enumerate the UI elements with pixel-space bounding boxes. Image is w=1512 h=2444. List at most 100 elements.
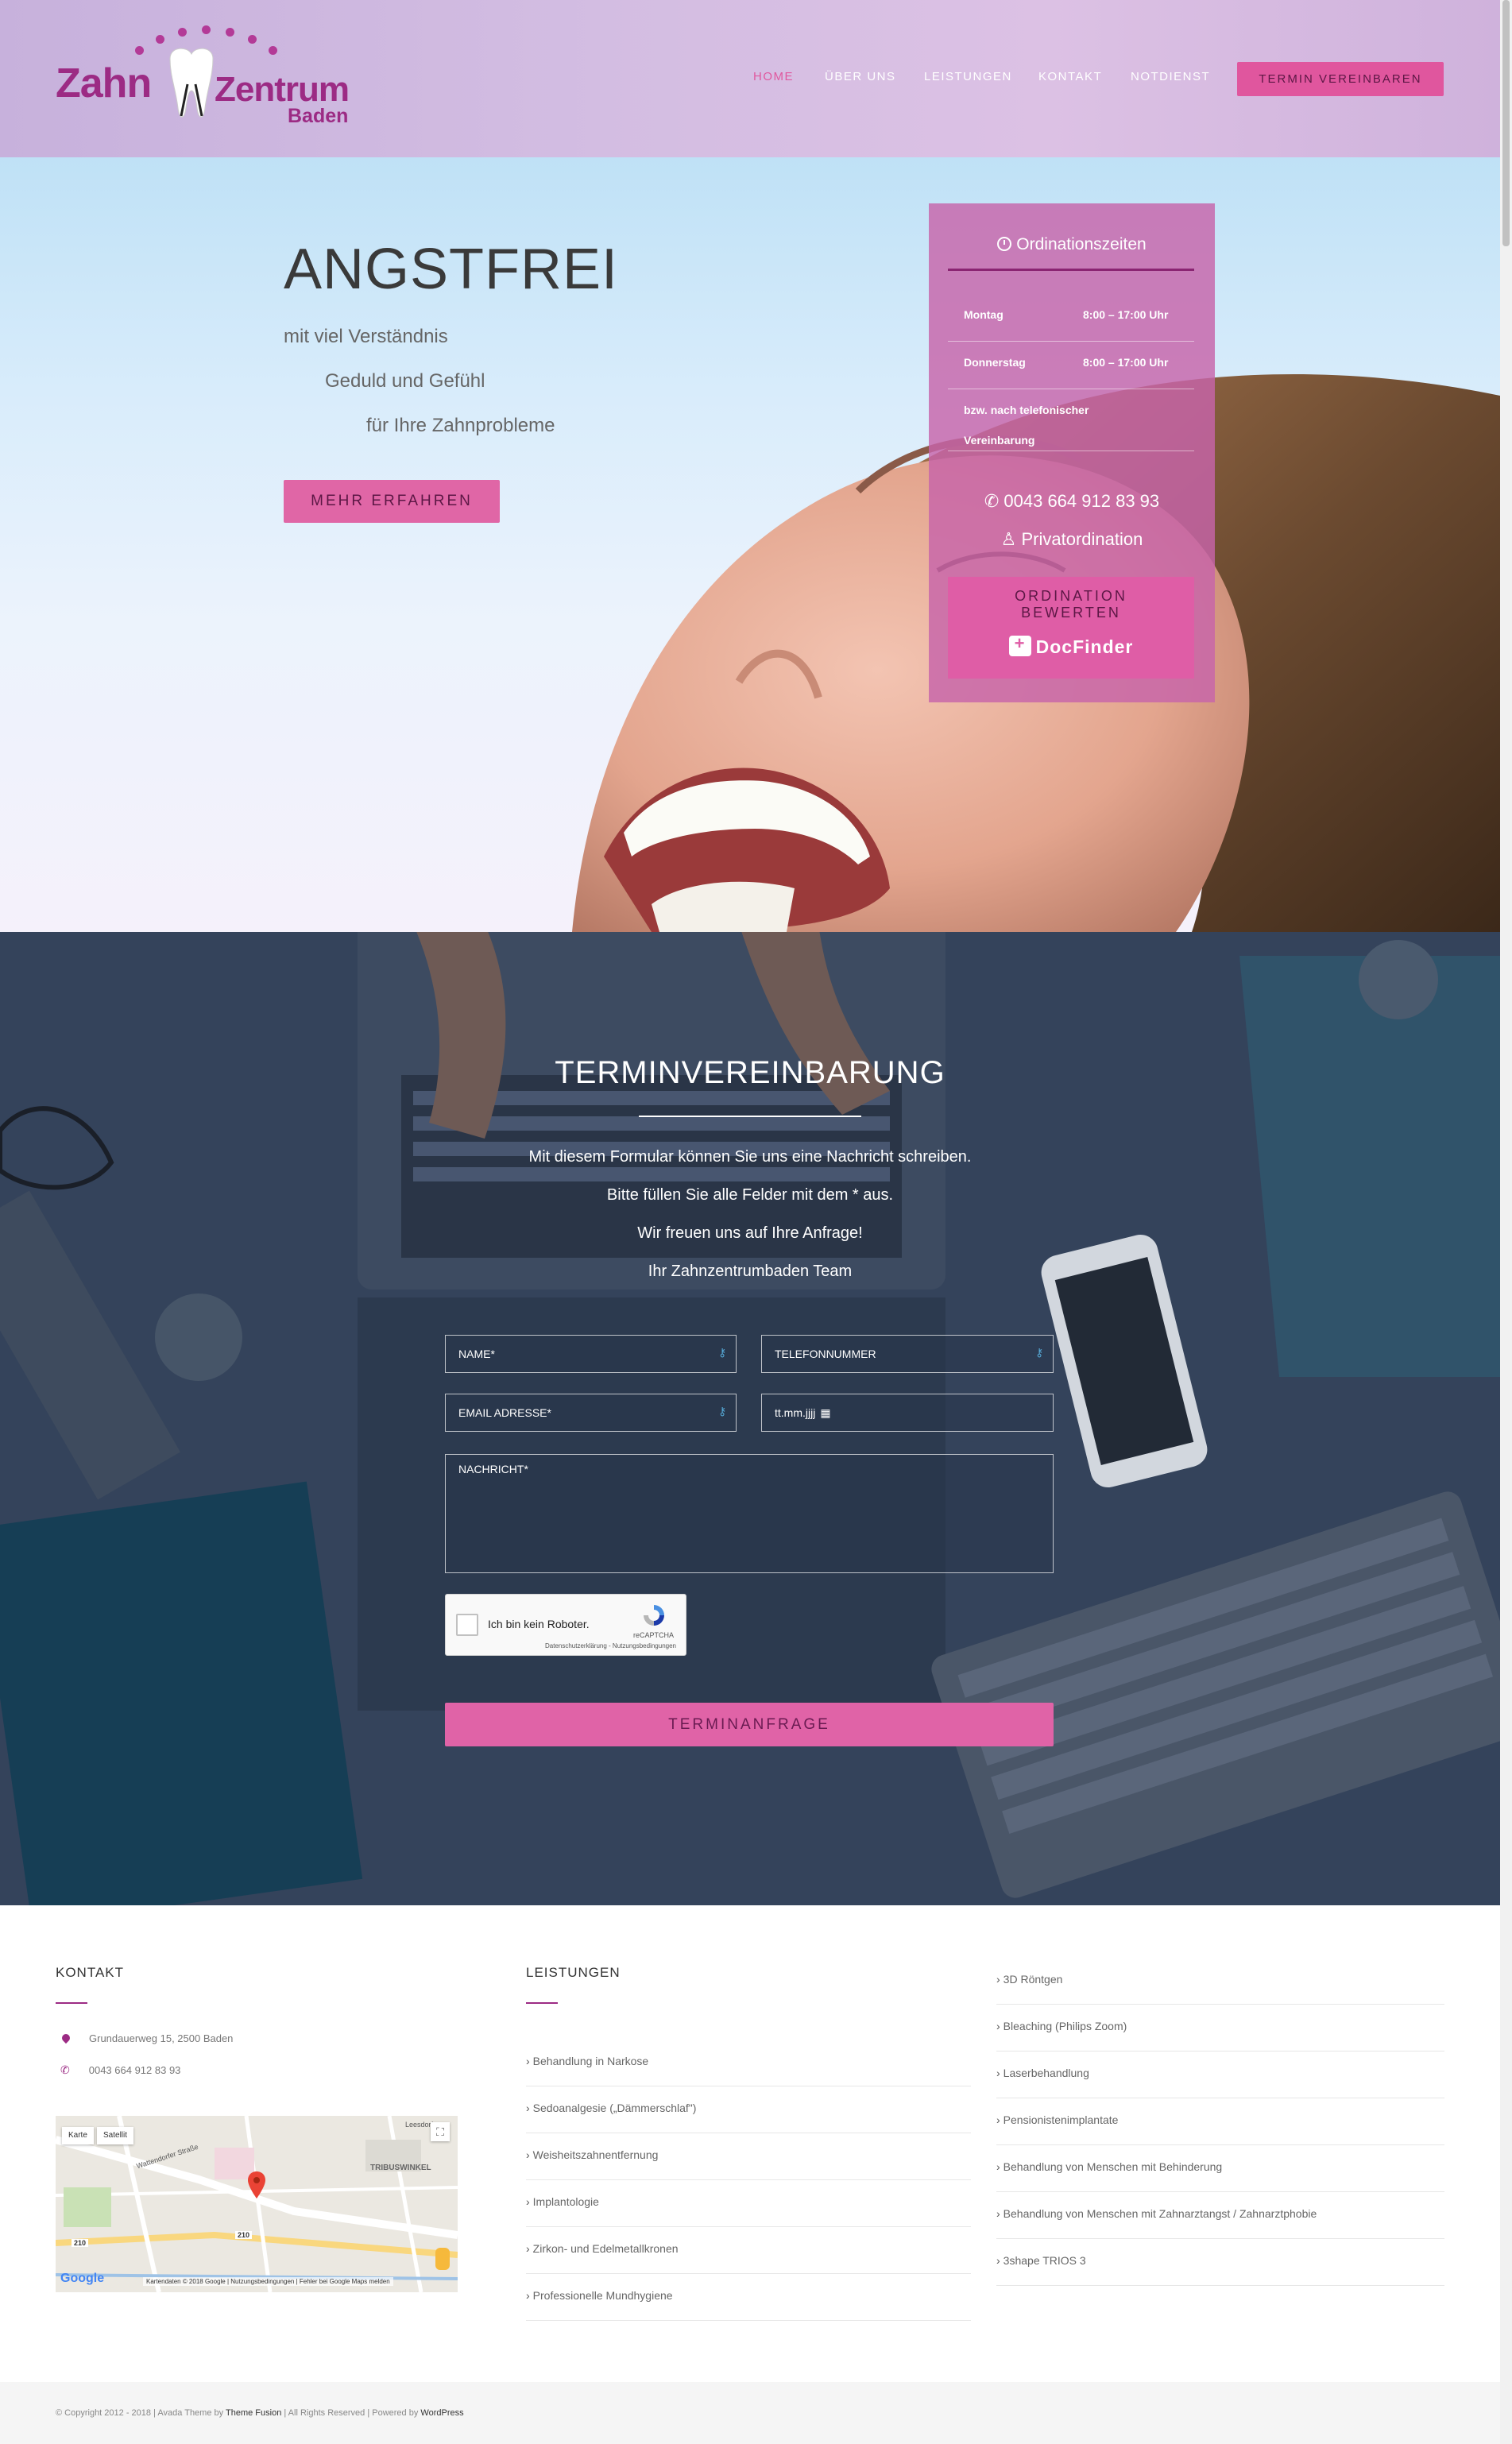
service-link[interactable]: › Sedoanalgesie („Dämmerschlaf") — [526, 2102, 971, 2133]
service-link[interactable]: › Weisheitszahnentfernung — [526, 2148, 971, 2180]
map-marker-icon[interactable] — [248, 2171, 265, 2198]
name-field[interactable]: NAME* ⚷ — [445, 1335, 737, 1373]
themefusion-link[interactable]: Theme Fusion — [226, 2408, 281, 2418]
hero-section: ANGSTFREI mit viel Verständnis Geduld un… — [0, 157, 1500, 932]
phone-icon: ✆ — [60, 2063, 70, 2076]
chevron-right-icon: › — [526, 2289, 530, 2302]
chevron-right-icon: › — [526, 2102, 530, 2114]
google-map[interactable]: Wattendorfer Straße Leesdorfer TRIBUSWIN… — [56, 2116, 458, 2292]
message-field[interactable]: NACHRICHT* — [445, 1454, 1054, 1573]
road-number: 210 — [235, 2231, 253, 2239]
autofill-key-icon: ⚷ — [718, 1346, 727, 1359]
page-scrollbar[interactable] — [1500, 0, 1512, 2444]
map-type-map-button[interactable]: Karte — [62, 2127, 94, 2144]
map-type-satellite-button[interactable]: Satellit — [97, 2127, 134, 2144]
nav-services[interactable]: LEISTUNGEN — [924, 70, 1012, 83]
clock-icon — [997, 237, 1012, 251]
footer-address: Grundauerweg 15, 2500 Baden — [60, 2032, 233, 2044]
copyright-text: © Copyright 2012 - 2018 | Avada Theme by… — [56, 2408, 464, 2418]
hours-phone[interactable]: ✆ 0043 664 912 83 93 — [929, 491, 1215, 512]
hours-note: bzw. nach telefonischer Vereinbarung — [948, 389, 1194, 451]
service-link[interactable]: › Pensionistenimplantate — [996, 2113, 1444, 2145]
docfinder-icon — [1008, 633, 1031, 656]
hours-row: Donnerstag 8:00 – 17:00 Uhr — [948, 342, 1194, 389]
recaptcha-links[interactable]: Datenschutzerklärung - Nutzungsbedingung… — [545, 1642, 676, 1649]
logo-dots — [119, 24, 326, 56]
email-field[interactable]: EMAIL ADRESSE* ⚷ — [445, 1394, 737, 1432]
scrollbar-thumb[interactable] — [1502, 0, 1510, 246]
nav-about[interactable]: ÜBER UNS — [825, 70, 896, 83]
form-intro-line-1: Mit diesem Formular können Sie uns eine … — [528, 1148, 972, 1166]
google-logo: Google — [60, 2272, 105, 2285]
service-link[interactable]: › 3shape TRIOS 3 — [996, 2254, 1444, 2286]
footer-phone[interactable]: ✆ 0043 664 912 83 93 — [60, 2063, 180, 2077]
form-intro-line-3: Wir freuen uns auf Ihre Anfrage! — [637, 1224, 863, 1242]
chevron-right-icon: › — [526, 2148, 530, 2161]
tooth-icon — [169, 48, 214, 118]
recaptcha-label: Ich bin kein Roboter. — [488, 1618, 590, 1630]
service-link[interactable]: › 3D Röntgen — [996, 1973, 1444, 2005]
service-link[interactable]: › Zirkon- und Edelmetallkronen — [526, 2242, 971, 2274]
site-header: Zahn Zentrum Baden HOME ÜBER UNS LEISTUN… — [0, 0, 1500, 157]
logo-word-zahn: Zahn — [56, 60, 152, 106]
footer-contact-title: KONTAKT — [56, 1965, 125, 1980]
service-link[interactable]: › Behandlung von Menschen mit Zahnarztang… — [996, 2207, 1444, 2239]
form-intro-line-4: Ihr Zahnzentrumbaden Team — [648, 1263, 853, 1280]
chevron-right-icon: › — [526, 2055, 530, 2067]
recaptcha-widget: Ich bin kein Roboter. reCAPTCHA Datensch… — [445, 1594, 686, 1656]
date-field[interactable]: tt.mm.jjjj ▦ — [761, 1394, 1054, 1432]
service-link[interactable]: › Behandlung von Menschen mit Behinderung — [996, 2160, 1444, 2192]
opening-hours-title: Ordinationszeiten — [929, 235, 1215, 254]
recaptcha-icon — [644, 1605, 664, 1626]
autofill-key-icon: ⚷ — [1035, 1346, 1044, 1359]
map-pin-icon — [60, 2032, 72, 2044]
service-link[interactable]: › Laserbehandlung — [996, 2067, 1444, 2098]
hero-line-3: für Ihre Zahnprobleme — [366, 415, 555, 436]
user-icon: ♙ — [1000, 529, 1022, 549]
street-view-pegman-icon[interactable] — [435, 2248, 450, 2270]
hero-line-1: mit viel Verständnis — [284, 326, 448, 347]
nav-contact[interactable]: KONTAKT — [1038, 70, 1102, 83]
appointment-title: TERMINVEREINBARUNG — [555, 1055, 945, 1090]
nav-home[interactable]: HOME — [753, 70, 794, 83]
site-footer: KONTAKT Grundauerweg 15, 2500 Baden ✆ 004… — [0, 1905, 1500, 2382]
hero-title: ANGSTFREI — [284, 238, 619, 301]
service-link[interactable]: › Professionelle Mundhygiene — [526, 2289, 971, 2321]
chevron-right-icon: › — [996, 2113, 1000, 2126]
map-label: TRIBUSWINKEL — [370, 2164, 431, 2172]
submit-appointment-button[interactable]: TERMINANFRAGE — [445, 1703, 1054, 1746]
road-number: 210 — [72, 2239, 89, 2247]
logo-word-zentrum: Zentrum — [215, 70, 350, 109]
service-link[interactable]: › Bleaching (Philips Zoom) — [996, 2020, 1444, 2051]
book-appointment-button[interactable]: TERMIN VEREINBAREN — [1237, 62, 1444, 96]
private-practice: ♙ Privatordination — [1000, 529, 1143, 549]
chevron-right-icon: › — [996, 2020, 1000, 2032]
copyright-bar: © Copyright 2012 - 2018 | Avada Theme by… — [0, 2382, 1500, 2444]
footer-services-title: LEISTUNGEN — [526, 1965, 621, 1980]
appointment-section: TERMINVEREINBARUNG Mit diesem Formular k… — [0, 932, 1500, 1905]
hero-line-2: Geduld und Gefühl — [325, 370, 485, 392]
learn-more-button[interactable]: MEHR ERFAHREN — [284, 480, 500, 523]
chevron-right-icon: › — [996, 2160, 1000, 2173]
phone-field[interactable]: TELEFONNUMMER ⚷ — [761, 1335, 1054, 1373]
service-link[interactable]: › Implantologie — [526, 2195, 971, 2227]
docfinder-rate-button[interactable]: ORDINATIONBEWERTEN DocFinder — [948, 577, 1194, 679]
map-attribution[interactable]: Kartendaten © 2018 Google | Nutzungsbedi… — [143, 2277, 393, 2286]
chevron-right-icon: › — [526, 2242, 530, 2255]
chevron-right-icon: › — [996, 1973, 1000, 1986]
divider — [639, 1116, 861, 1117]
recaptcha-checkbox[interactable] — [456, 1614, 478, 1636]
form-intro-line-2: Bitte füllen Sie alle Felder mit dem * a… — [606, 1186, 894, 1204]
calendar-icon: ▦ — [820, 1406, 831, 1419]
nav-emergency[interactable]: NOTDIENST — [1131, 70, 1210, 83]
fullscreen-icon[interactable]: ⛶ — [431, 2122, 450, 2141]
divider — [526, 2002, 558, 2004]
hours-row: Montag 8:00 – 17:00 Uhr — [948, 294, 1194, 342]
wordpress-link[interactable]: WordPress — [420, 2408, 463, 2418]
site-logo[interactable]: Zahn Zentrum Baden — [56, 24, 365, 127]
divider — [56, 2002, 87, 2004]
phone-icon: ✆ — [984, 491, 1004, 511]
recaptcha-brand: reCAPTCHA — [633, 1631, 675, 1639]
service-link[interactable]: › Behandlung in Narkose — [526, 2055, 971, 2086]
chevron-right-icon: › — [526, 2195, 530, 2208]
